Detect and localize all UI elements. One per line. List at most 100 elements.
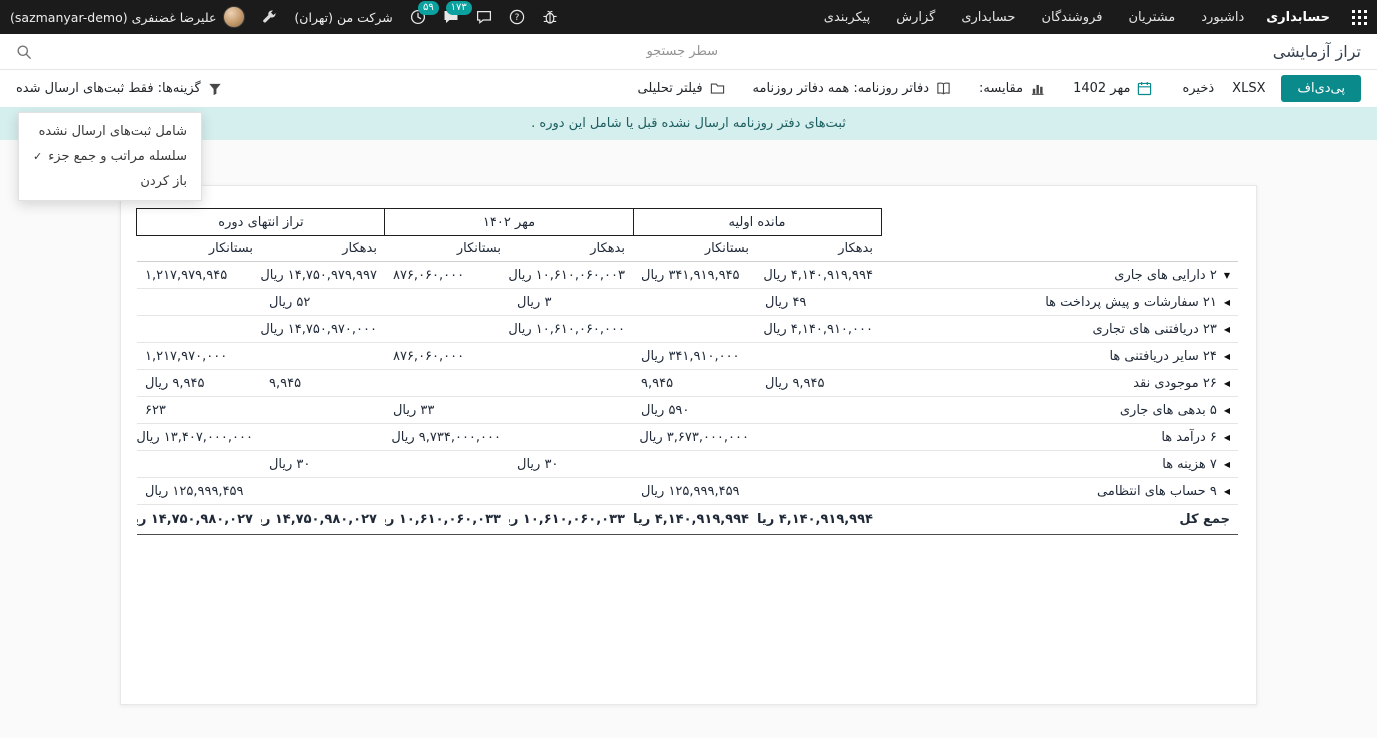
credit-header: بستانکار [633, 236, 757, 262]
grid-icon [1352, 10, 1367, 25]
amount-cell: ۸۷۶,۰۶۰,۰۰۰ [385, 262, 509, 289]
account-cell[interactable]: ◀۵ بدهی های جاری [881, 397, 1238, 424]
amount-cell [385, 316, 509, 343]
amount-cell: ۱۴,۷۵۰,۹۸۰,۰۲۷ ریال [261, 505, 385, 535]
amount-cell [137, 451, 261, 478]
date-filter-button[interactable]: مهر 1402 [1073, 81, 1152, 96]
search-bar [16, 37, 718, 67]
account-cell[interactable]: ◀۷ هزینه ها [881, 451, 1238, 478]
top-menu-item[interactable]: حسابداری [961, 10, 1015, 25]
wrench-icon [262, 10, 277, 25]
message-badge: ۱۷۳ [446, 1, 472, 15]
top-menu-item[interactable]: فروشندگان [1041, 10, 1102, 25]
amount-cell: ۵۹۰ ریال [633, 397, 757, 424]
amount-cell: ۱۰,۶۱۰,۰۶۰,۰۰۰ ریال [509, 316, 633, 343]
account-cell[interactable]: ◀۶ درآمد ها [881, 424, 1238, 451]
account-cell[interactable]: ▼۲ دارایی های جاری [881, 262, 1238, 289]
question-circle-icon: ? [509, 9, 525, 25]
amount-cell [757, 397, 881, 424]
activity-badge: ۵۹ [418, 1, 439, 15]
top-menu-item[interactable]: گزارش [896, 10, 935, 25]
amount-cell: ۱۲۵,۹۹۹,۴۵۹ ریال [137, 478, 261, 505]
amount-cell: ۳۰ ریال [509, 451, 633, 478]
total-label: جمع کل [1179, 512, 1230, 527]
column-group-period: مهر ۱۴۰۲ [385, 209, 633, 236]
amount-cell: ۳۴۱,۹۱۰,۰۰۰ ریال [633, 343, 757, 370]
dropdown-item[interactable]: شامل ثبت‌های ارسال نشده [19, 119, 201, 144]
dropdown-item[interactable]: سلسله مراتب و جمع جزء ✓ [19, 144, 201, 169]
user-name: علیرضا غضنفری (sazmanyar-demo) [10, 10, 216, 25]
account-cell[interactable]: ◀۲۱ سفارشات و پیش پرداخت ها [881, 289, 1238, 316]
topbar-end: ? ۱۷۳ ۵۹ شرکت من (تهران) علیرضا غضنفری (… [10, 6, 558, 28]
bug-button[interactable] [542, 9, 558, 25]
amount-cell: ۴,۱۴۰,۹۱۰,۰۰۰ ریال [757, 316, 881, 343]
user-menu[interactable]: علیرضا غضنفری (sazmanyar-demo) [10, 6, 245, 28]
discuss-button[interactable] [476, 9, 492, 25]
amount-cell: ۹,۹۴۵ [261, 370, 385, 397]
analytic-filter-button[interactable]: فیلتر تحلیلی [638, 81, 725, 96]
credit-header: بستانکار [385, 236, 509, 262]
amount-cell [757, 424, 881, 451]
debit-header: بدهکار [509, 236, 633, 262]
top-menu-item[interactable]: داشبورد [1201, 10, 1244, 25]
account-row: ◀۲۳ دریافتنی های تجاری۴,۱۴۰,۹۱۰,۰۰۰ ریال… [137, 316, 1238, 343]
check-icon: ✓ [33, 150, 42, 163]
amount-cell: ۱۴,۷۵۰,۹۷۰,۰۰۰ ریال [261, 316, 385, 343]
search-input[interactable] [42, 37, 718, 67]
account-name: ۷ هزینه ها [1162, 457, 1217, 472]
top-menu-item[interactable]: پیکربندی [824, 10, 870, 25]
help-button[interactable]: ? [509, 9, 525, 25]
save-button[interactable]: ذخیره [1180, 75, 1216, 102]
top-menu: داشبورد مشتریان فروشندگان حسابداری گزارش پیکر… [824, 10, 1244, 25]
account-cell[interactable]: ◀۲۴ سایر دریافتنی ها [881, 343, 1238, 370]
tools-button[interactable] [262, 10, 277, 25]
amount-cell [261, 343, 385, 370]
apps-menu-button[interactable] [1352, 10, 1367, 25]
amount-cell [385, 289, 509, 316]
caret-collapsed-icon: ◀ [1224, 487, 1230, 496]
report-content: مانده اولیه مهر ۱۴۰۲ تراز انتهای دوره بد… [0, 140, 1377, 738]
account-cell[interactable]: ◀۲۳ دریافتنی های تجاری [881, 316, 1238, 343]
report-card: مانده اولیه مهر ۱۴۰۲ تراز انتهای دوره بد… [120, 185, 1257, 705]
amount-cell: ۴,۱۴۰,۹۱۹,۹۹۴ ریال [633, 505, 757, 535]
account-cell[interactable]: ◀۹ حساب های انتظامی [881, 478, 1238, 505]
activities-button[interactable]: ۵۹ [410, 9, 426, 25]
amount-cell: ۳,۶۷۳,۰۰۰,۰۰۰ ریال [633, 424, 757, 451]
account-name: ۵ بدهی های جاری [1120, 403, 1217, 418]
app-name[interactable]: حسابداری [1266, 10, 1330, 25]
amount-cell [633, 316, 757, 343]
top-menu-item[interactable]: مشتریان [1128, 10, 1175, 25]
report-toolbar: پی‌دی‌اف XLSX ذخیره مهر 1402 مقایسه: دفا… [0, 70, 1377, 107]
chat-bubble-outline-icon [476, 9, 492, 25]
amount-cell [137, 316, 261, 343]
options-filter-button[interactable]: گزینه‌ها: فقط ثبت‌های ارسال شده [16, 81, 222, 96]
book-icon [936, 81, 951, 96]
company-switcher[interactable]: شرکت من (تهران) [294, 10, 392, 25]
account-name: ۲ دارایی های جاری [1114, 268, 1217, 283]
messages-button[interactable]: ۱۷۳ [443, 9, 459, 25]
dropdown-item[interactable]: باز کردن [19, 169, 201, 194]
trial-balance-table: مانده اولیه مهر ۱۴۰۲ تراز انتهای دوره بد… [136, 208, 1238, 535]
account-name: ۲۶ موجودی نقد [1133, 376, 1217, 391]
amount-cell [385, 370, 509, 397]
account-row: ◀۲۶ موجودی نقد۹,۹۴۵ ریال۹,۹۴۵۹,۹۴۵۹,۹۴۵ … [137, 370, 1238, 397]
amount-cell: ۹,۷۳۴,۰۰۰,۰۰۰ ریال [385, 424, 509, 451]
journals-filter-button[interactable]: دفاتر روزنامه: همه دفاتر روزنامه [753, 81, 951, 96]
account-name: ۲۱ سفارشات و پیش پرداخت ها [1045, 295, 1217, 310]
account-cell[interactable]: ◀۲۶ موجودی نقد [881, 370, 1238, 397]
account-row: ▼۲ دارایی های جاری۴,۱۴۰,۹۱۹,۹۹۴ ریال۳۴۱,… [137, 262, 1238, 289]
xlsx-button[interactable]: XLSX [1230, 75, 1267, 102]
dropdown-item-label: سلسله مراتب و جمع جزء [48, 149, 187, 164]
pdf-button[interactable]: پی‌دی‌اف [1281, 75, 1361, 102]
amount-cell [137, 289, 261, 316]
svg-text:?: ? [514, 13, 519, 23]
search-icon[interactable] [16, 44, 32, 60]
amount-cell [509, 478, 633, 505]
amount-cell: ۹,۹۴۵ [633, 370, 757, 397]
topbar-start: حسابداری داشبورد مشتریان فروشندگان حسابداری… [824, 10, 1367, 25]
amount-cell [757, 478, 881, 505]
total-row: جمع کل۴,۱۴۰,۹۱۹,۹۹۴ ریال۴,۱۴۰,۹۱۹,۹۹۴ ری… [137, 505, 1238, 535]
comparison-filter-button[interactable]: مقایسه: [979, 81, 1045, 96]
info-banner: ثبت‌های دفتر روزنامه ارسال نشده قبل یا ش… [0, 107, 1377, 140]
account-row: ◀۶ درآمد ها ۳,۶۷۳,۰۰۰,۰۰۰ ریال ۹,۷۳۴,۰۰۰,۰… [137, 424, 1238, 451]
